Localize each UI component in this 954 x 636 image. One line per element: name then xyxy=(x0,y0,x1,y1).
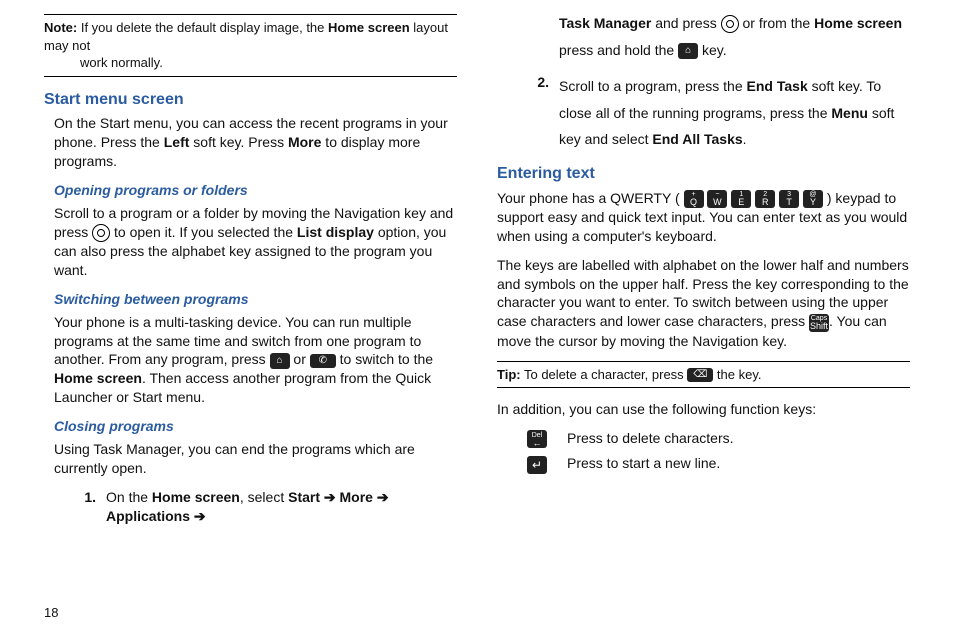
home-key-icon: ⌂ xyxy=(678,43,698,59)
step-number: 1. xyxy=(74,488,96,526)
note-text: If you delete the default display image,… xyxy=(44,20,448,53)
q-key-icon: +Q xyxy=(684,190,704,208)
paragraph: The keys are labelled with alphabet on t… xyxy=(497,256,910,351)
step-text: On the Home screen, select Start ➔ More … xyxy=(106,488,457,526)
function-key-desc: Press to delete characters. xyxy=(567,429,910,448)
heading-start-menu: Start menu screen xyxy=(44,89,457,111)
y-key-icon: @Y xyxy=(803,190,823,208)
right-column: Task Manager and press or from the Home … xyxy=(497,10,910,616)
phone-key-icon: ✆ xyxy=(310,354,336,368)
subheading-opening: Opening programs or folders xyxy=(54,181,457,200)
caps-shift-key-icon: CapsShift xyxy=(809,314,829,332)
paragraph: Your phone has a QWERTY ( +Q −W 1E 2R 3T… xyxy=(497,189,910,246)
ordered-list: 1. On the Home screen, select Start ➔ Mo… xyxy=(74,488,457,526)
subheading-switching: Switching between programs xyxy=(54,290,457,309)
left-column: Note: If you delete the default display … xyxy=(44,10,457,616)
list-item: 1. On the Home screen, select Start ➔ Mo… xyxy=(74,488,457,526)
paragraph: Using Task Manager, you can end the prog… xyxy=(54,440,457,478)
del-key-large-icon: Del← xyxy=(527,429,567,448)
step-text: Scroll to a program, press the End Task … xyxy=(559,73,910,153)
page-number: 18 xyxy=(44,604,58,622)
function-key-row: Del← Press to delete characters. xyxy=(527,429,910,448)
step-text: Task Manager and press or from the Home … xyxy=(559,10,910,63)
t-key-icon: 3T xyxy=(779,190,799,208)
home-key-icon: ⌂ xyxy=(270,353,290,369)
ok-key-icon xyxy=(92,224,110,242)
paragraph: On the Start menu, you can access the re… xyxy=(54,114,457,171)
step-number: 2. xyxy=(527,73,549,153)
w-key-icon: −W xyxy=(707,190,727,208)
list-item: 2. Scroll to a program, press the End Ta… xyxy=(527,73,910,153)
note-text-line2: work normally. xyxy=(80,54,457,72)
r-key-icon: 2R xyxy=(755,190,775,208)
function-key-row: ↵ Press to start a new line. xyxy=(527,454,910,473)
e-key-icon: 1E xyxy=(731,190,751,208)
subheading-closing: Closing programs xyxy=(54,417,457,436)
step-number-blank xyxy=(527,10,549,63)
ok-key-icon xyxy=(721,15,739,33)
heading-entering-text: Entering text xyxy=(497,163,910,185)
ordered-list-cont: Task Manager and press or from the Home … xyxy=(527,10,910,153)
delete-key-icon: ⌫ xyxy=(687,368,713,382)
function-key-desc: Press to start a new line. xyxy=(567,454,910,473)
paragraph: Scroll to a program or a folder by movin… xyxy=(54,204,457,280)
note-label: Note: xyxy=(44,20,77,35)
paragraph: Your phone is a multi-tasking device. Yo… xyxy=(54,313,457,407)
manual-page: Note: If you delete the default display … xyxy=(0,0,954,636)
paragraph: In addition, you can use the following f… xyxy=(497,400,910,419)
tip-label: Tip: xyxy=(497,367,521,382)
enter-key-icon: ↵ xyxy=(527,454,567,473)
note-box: Note: If you delete the default display … xyxy=(44,14,457,77)
list-item: Task Manager and press or from the Home … xyxy=(527,10,910,63)
tip-box: Tip: To delete a character, press ⌫ the … xyxy=(497,361,910,389)
